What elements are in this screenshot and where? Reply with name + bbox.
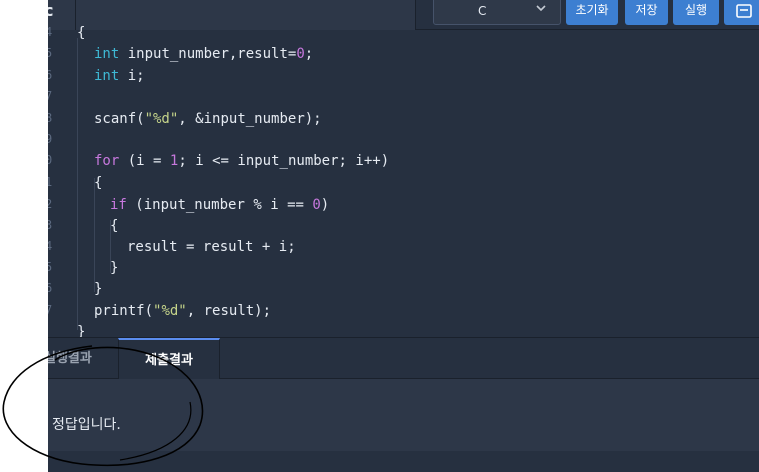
code-line: printf("%d", result); xyxy=(94,303,272,319)
result-message: 정답입니다. xyxy=(52,417,121,433)
tab-bar xyxy=(76,0,416,30)
code-line: if (input_number % i == 0) xyxy=(110,197,330,213)
status-strip xyxy=(48,451,759,472)
indent-guide xyxy=(94,178,95,292)
line-number: 2 xyxy=(48,197,53,211)
code-editor[interactable]: 4 5 6 7 8 9 0 1 2 3 4 5 6 7 { int input_number,result=… xyxy=(48,25,759,340)
language-select-value: C xyxy=(478,4,487,18)
code-line: scanf("%d", &input_number); xyxy=(94,111,322,127)
run-button[interactable]: 실행 xyxy=(673,0,719,25)
toolbar: c C 초기화 저장 실행 xyxy=(48,0,759,30)
line-number: 1 xyxy=(48,175,53,189)
result-output: 정답입니다. xyxy=(48,379,759,451)
line-number: 5 xyxy=(48,46,53,60)
chevron-down-icon xyxy=(534,1,548,15)
line-number: 7 xyxy=(48,89,53,103)
reset-button[interactable]: 초기화 xyxy=(566,0,618,25)
code-ide: c C 초기화 저장 실행 4 5 6 7 8 9 0 1 2 3 4 5 6 7 { int input_… xyxy=(48,0,759,472)
tab-submit-result[interactable]: 제출결과 xyxy=(118,338,220,380)
panel-icon xyxy=(736,4,752,18)
line-number: 4 xyxy=(48,239,53,253)
code-line: { xyxy=(110,218,119,234)
line-number: 0 xyxy=(48,153,53,167)
code-line: int input_number,result=0; xyxy=(94,46,314,62)
line-number: 8 xyxy=(48,111,53,125)
tab-run-result[interactable]: 실행결과 xyxy=(48,338,114,380)
file-tab-label: c xyxy=(48,1,54,20)
result-tabs: 실행결과 제출결과 xyxy=(48,337,759,380)
language-select[interactable]: C xyxy=(433,0,561,25)
line-number: 6 xyxy=(48,281,53,295)
line-number: 5 xyxy=(48,260,53,274)
line-number: 6 xyxy=(48,68,53,82)
code-line: result = result + i; xyxy=(127,239,296,255)
line-number: 7 xyxy=(48,303,53,317)
line-number: 3 xyxy=(48,218,53,232)
code-line: } xyxy=(110,260,119,276)
line-number: 4 xyxy=(48,25,53,39)
indent-guide xyxy=(77,38,78,330)
code-line: int i; xyxy=(94,68,145,84)
panel-menu-button[interactable] xyxy=(724,0,759,25)
code-line: { xyxy=(77,25,86,41)
code-line: for (i = 1; i <= input_number; i++) xyxy=(94,153,390,169)
code-line: { xyxy=(94,175,103,191)
line-number: 9 xyxy=(48,132,53,146)
save-button[interactable]: 저장 xyxy=(625,0,668,25)
code-line: } xyxy=(94,281,103,297)
